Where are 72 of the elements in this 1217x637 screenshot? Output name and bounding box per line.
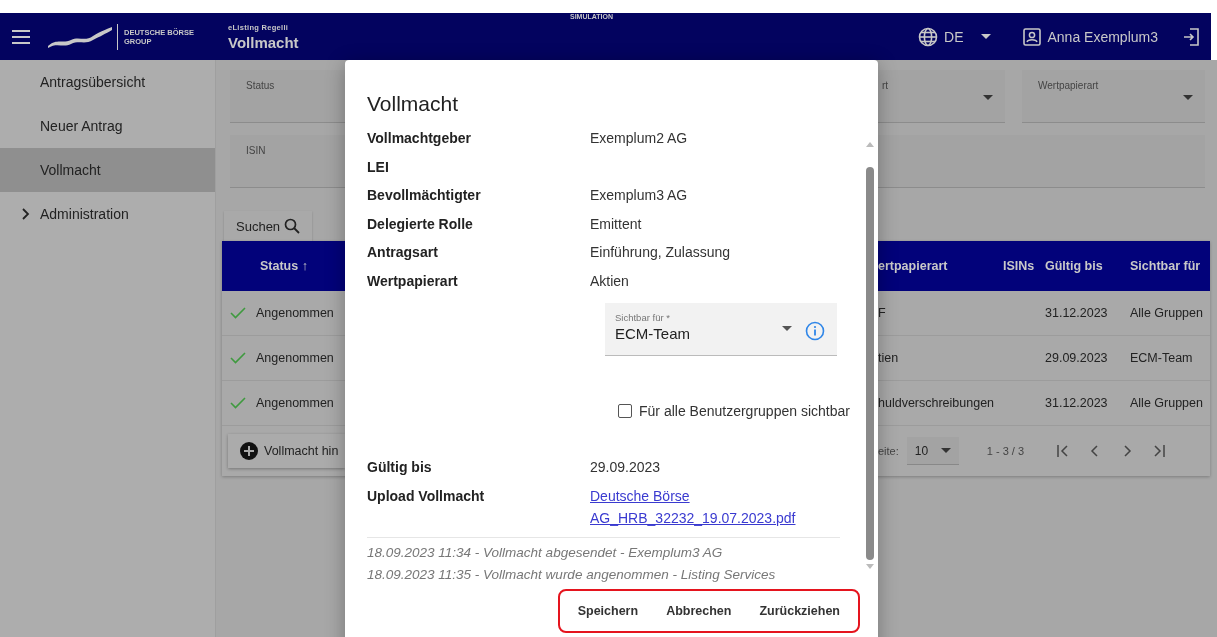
page-size-select[interactable]: 10 (906, 437, 959, 465)
check-icon (230, 397, 246, 409)
plus-circle-icon (240, 442, 258, 460)
detail-label: LEI (367, 158, 390, 175)
detail-label: Bevollmächtigter (367, 187, 482, 203)
caret-icon (1183, 95, 1193, 100)
search-icon (284, 218, 301, 234)
sidebar-item[interactable]: Neuer Antrag (0, 104, 215, 148)
detail-value: Exemplum3 AG (590, 187, 689, 203)
menu-icon[interactable] (12, 29, 30, 44)
sidebar-item[interactable]: Antragsübersicht (0, 60, 215, 104)
page-size-label: eite: (878, 445, 899, 457)
history-entry: 18.09.2023 11:34 - Vollmacht abgesendet - Exemplum3 AG (367, 543, 724, 562)
table-cell-text: Alle Gruppen (1130, 306, 1204, 320)
detail-value: Emittent (590, 215, 643, 232)
table-cell-text: 31.12.2023 (1045, 306, 1109, 320)
dialog-button[interactable]: Speichern (563, 594, 653, 628)
column-header[interactable]: Gültig bis (1045, 259, 1130, 273)
table-cell-text: tien (878, 351, 900, 365)
detail-label: Gültig bis (367, 459, 433, 475)
column-header[interactable]: ISINs (1003, 259, 1045, 273)
dialog-button[interactable]: Abbrechen (652, 594, 746, 628)
table-cell-text: Alle Gruppen (1130, 396, 1204, 410)
check-icon (230, 307, 246, 319)
logo-wave-icon (47, 25, 113, 48)
detail-value: Exemplum2 AG (590, 130, 689, 146)
table-cell: Angenommen (256, 306, 334, 320)
table-cell: Angenommen (256, 351, 334, 365)
all-groups-checkbox[interactable]: Für alle Benutzergruppen sichtbar (618, 403, 864, 419)
table-cell-text: 31.12.2023 (1045, 396, 1109, 410)
visibility-select[interactable]: Sichtbar für * ECM-Team (605, 303, 837, 356)
table-cell-text: ECM-Team (1130, 351, 1194, 365)
page-range: 1 - 3 / 3 (986, 445, 1025, 457)
user-icon (1023, 27, 1042, 46)
table-cell-text: 29.09.2023 (1045, 351, 1109, 365)
first-page-icon[interactable] (1056, 444, 1071, 458)
sidebar-item[interactable]: Administration (0, 192, 215, 236)
detail-label: Vollmachtgeber (367, 130, 472, 146)
table-cell-text: F (878, 306, 887, 320)
history-entry: 18.09.2023 11:35 - Vollmacht wurde angenommen - Listing Services (367, 565, 777, 584)
column-header[interactable]: ertpapierart (878, 259, 1003, 273)
page-title: Vollmacht (228, 33, 299, 51)
detail-label: Upload Vollmacht (367, 487, 486, 504)
check-icon (230, 352, 246, 364)
column-header[interactable]: Status ↑ (222, 259, 345, 273)
filter-field[interactable]: Wertpapierart (1022, 70, 1205, 123)
caret-icon (782, 326, 792, 331)
search-button[interactable]: Suchen (224, 211, 313, 241)
caret-icon (940, 448, 951, 453)
file-link[interactable]: Deutsche Börse AG_HRB_32232_19.07.2023.pdf (590, 484, 830, 529)
logout-icon[interactable] (1182, 27, 1200, 46)
dialog-title: Vollmacht (367, 92, 460, 117)
sidebar-item[interactable]: Vollmacht (0, 148, 215, 192)
table-cell-text: huldverschreibungen (878, 396, 996, 410)
caret-icon (983, 95, 993, 100)
globe-icon (918, 26, 939, 47)
last-page-icon[interactable] (1152, 444, 1167, 458)
detail-label: Antragsart (367, 244, 439, 260)
chevron-icon (22, 208, 30, 220)
detail-value: Einführung, Zulassung (590, 244, 732, 260)
detail-value: Aktien (590, 272, 630, 289)
caret-icon (981, 33, 992, 40)
detail-value: 29.09.2023 (590, 459, 662, 475)
table-cell: Angenommen (256, 396, 334, 410)
add-button[interactable]: Vollmacht hin (228, 434, 345, 468)
detail-label: Delegierte Rolle (367, 215, 474, 232)
language-select[interactable]: DE (914, 22, 996, 51)
dialog-button[interactable]: Zurückziehen (745, 594, 854, 628)
detail-label: Wertpapierart (367, 272, 459, 289)
column-header[interactable]: Sichtbar für (1130, 259, 1210, 273)
user-menu[interactable]: Anna Exemplum3 (1019, 23, 1162, 50)
info-icon[interactable] (805, 321, 825, 341)
